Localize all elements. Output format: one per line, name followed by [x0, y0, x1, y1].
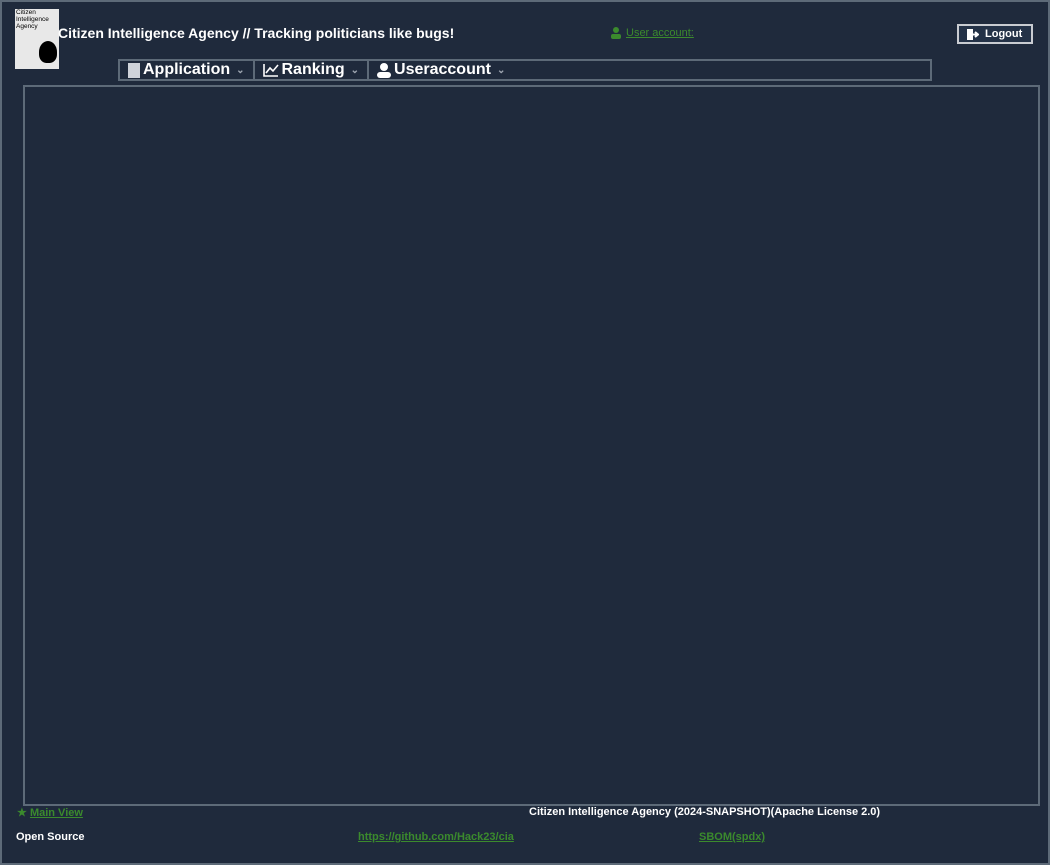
- logout-icon: [967, 28, 979, 40]
- line-chart-icon: [262, 64, 279, 77]
- sbom-link[interactable]: SBOM(spdx): [699, 831, 765, 843]
- user-account-link[interactable]: User account:: [626, 27, 694, 39]
- github-link[interactable]: https://github.com/Hack23/cia: [358, 831, 514, 843]
- menu-application[interactable]: Application ⌄: [120, 61, 255, 79]
- user-account-link-container[interactable]: User account:: [611, 27, 694, 39]
- chevron-down-icon: ⌄: [236, 64, 245, 76]
- menu-ranking[interactable]: Ranking ⌄: [255, 61, 370, 79]
- chevron-down-icon: ⌄: [350, 64, 360, 76]
- footer-version: Citizen Intelligence Agency (2024-SNAPSH…: [529, 806, 881, 818]
- menu-application-label: Application: [143, 61, 231, 78]
- footer-main-view[interactable]: ★ Main View: [17, 806, 83, 819]
- content-area: [23, 85, 1040, 806]
- agency-logo: Citizen Intelligence Agency: [15, 9, 59, 69]
- logo-line-3: Agency: [16, 23, 38, 30]
- chevron-down-icon: ⌄: [496, 64, 506, 76]
- user-icon: [611, 27, 621, 39]
- star-icon: ★: [17, 807, 27, 819]
- logo-line-2: Intelligence: [16, 16, 49, 23]
- main-view-link[interactable]: Main View: [30, 807, 83, 819]
- app-title: Citizen Intelligence Agency // Tracking …: [58, 25, 455, 41]
- logout-label: Logout: [985, 28, 1023, 40]
- document-icon: [128, 62, 140, 78]
- user-icon: [377, 62, 392, 78]
- menu-useraccount[interactable]: Useraccount ⌄: [369, 61, 513, 79]
- header-logout-button[interactable]: Logout: [957, 24, 1033, 44]
- logo-line-1: Citizen: [16, 9, 36, 16]
- menu-ranking-label: Ranking: [281, 61, 345, 78]
- footer-open-source: Open Source: [16, 831, 85, 843]
- menu-useraccount-label: Useraccount: [394, 61, 491, 78]
- bug-logo-icon: [39, 41, 57, 63]
- main-menu-bar: Application ⌄ Ranking ⌄ Useraccount ⌄: [118, 59, 932, 81]
